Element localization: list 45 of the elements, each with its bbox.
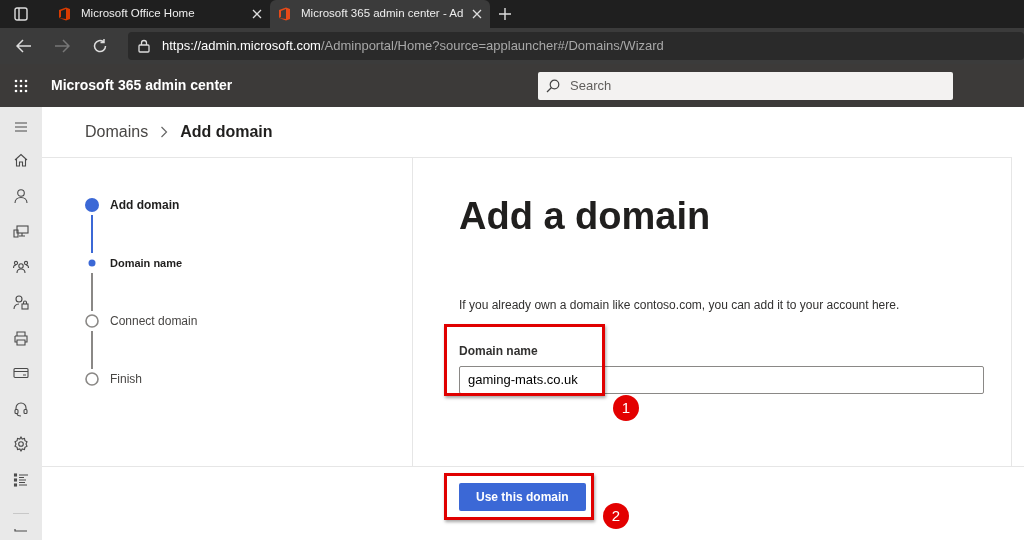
step-label: Finish <box>110 372 142 386</box>
tab-title: Microsoft Office Home <box>81 6 195 22</box>
settings-icon[interactable] <box>13 436 29 452</box>
forward-icon[interactable] <box>54 39 70 53</box>
breadcrumb-item[interactable]: Domains <box>85 120 149 144</box>
close-icon[interactable] <box>472 9 482 19</box>
printer-icon[interactable] <box>13 329 29 346</box>
new-tab-icon[interactable] <box>498 7 512 21</box>
office-logo-icon <box>58 7 71 21</box>
annotation-marker: 2 <box>603 503 629 529</box>
home-icon[interactable] <box>13 152 29 168</box>
page-title: Add a domain <box>459 196 712 238</box>
field-label: Domain name <box>459 342 539 360</box>
refresh-icon[interactable] <box>92 38 108 54</box>
collapse-icon[interactable] <box>14 528 28 532</box>
app-launcher-icon[interactable] <box>14 78 28 93</box>
monitor-icon[interactable] <box>13 223 29 239</box>
tab-title: Microsoft 365 admin center - Ad <box>301 6 464 22</box>
breadcrumb-item: Add domain <box>180 122 273 142</box>
address-bar[interactable]: https://admin.microsoft.com/Adminportal/Home?source=applauncher#/Domains/Wizard <box>128 32 1024 60</box>
search-field[interactable]: Search <box>538 71 953 100</box>
app-title: Microsoft 365 admin center <box>51 76 233 95</box>
annotation-marker: 1 <box>613 395 639 421</box>
url-path: /Adminportal/Home?source=applauncher#/Domains/Wizard <box>320 37 664 56</box>
step-label: Domain name <box>110 256 183 270</box>
group-icon[interactable] <box>13 258 29 275</box>
list-icon[interactable] <box>13 471 29 488</box>
tab-actions-icon[interactable] <box>14 7 28 21</box>
step-label: Add domain <box>110 198 180 212</box>
description: If you already own a domain like contoso.com, you can add it to your account here. <box>459 296 901 314</box>
lock-icon <box>138 39 150 53</box>
headset-icon[interactable] <box>13 400 29 417</box>
user-icon[interactable] <box>13 187 29 204</box>
step-label: Connect domain <box>110 314 198 328</box>
card-icon[interactable] <box>13 365 29 381</box>
browser-tab[interactable]: Microsoft 365 admin center - Ad <box>270 0 490 28</box>
use-this-domain-button[interactable]: Use this domain <box>459 483 586 511</box>
url-host: https://admin.microsoft.com <box>162 37 321 56</box>
office-logo-icon <box>278 7 291 21</box>
browser-tab[interactable]: Microsoft Office Home <box>50 0 270 28</box>
user-lock-icon[interactable] <box>13 294 29 310</box>
chevron-icon <box>160 126 169 138</box>
domain-name-field[interactable]: gaming-mats.co.uk <box>459 365 984 394</box>
back-icon[interactable] <box>16 39 32 53</box>
close-icon[interactable] <box>252 9 262 19</box>
